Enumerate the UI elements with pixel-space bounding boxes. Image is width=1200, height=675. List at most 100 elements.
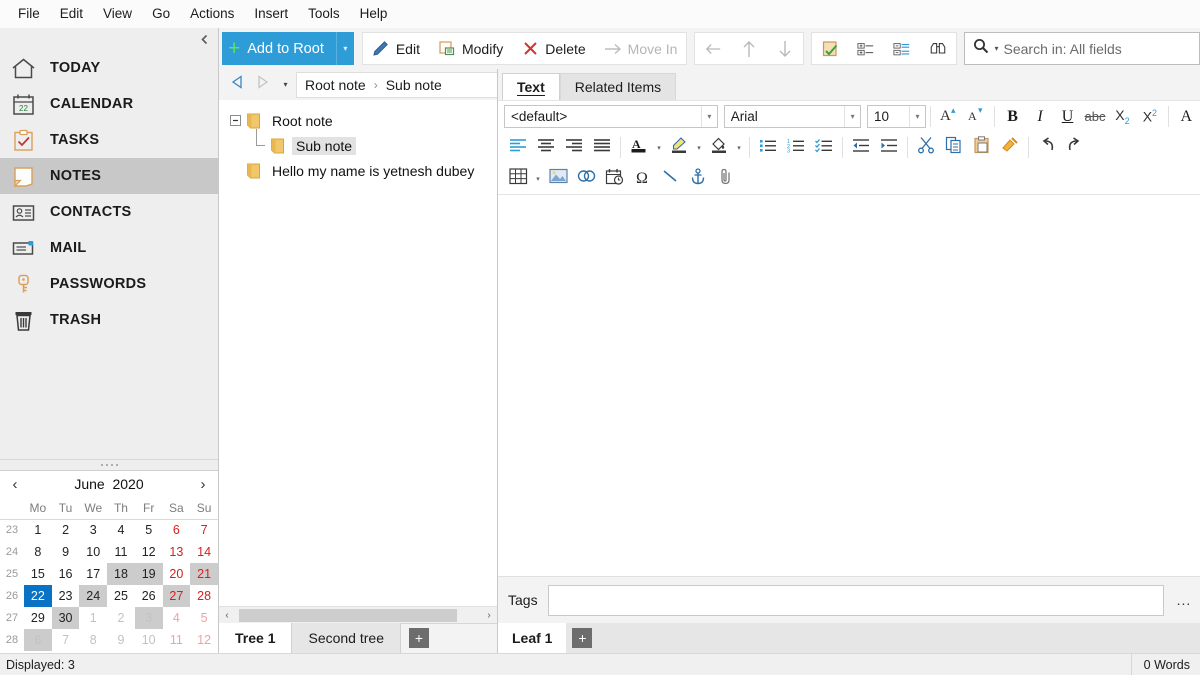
sidebar-item-contacts[interactable]: CONTACTS bbox=[0, 194, 218, 230]
calendar-day-cell[interactable]: 8 bbox=[79, 629, 107, 651]
superscript-button[interactable]: X2 bbox=[1136, 103, 1163, 130]
scroll-left-button[interactable]: ‹ bbox=[219, 610, 235, 621]
add-tree-tab-button[interactable]: + bbox=[408, 628, 429, 648]
scrollbar-track[interactable] bbox=[235, 607, 481, 623]
insert-attachment-button[interactable] bbox=[712, 165, 740, 192]
nav-up-button[interactable] bbox=[731, 33, 767, 64]
calendar-day-cell[interactable]: 7 bbox=[190, 519, 218, 541]
add-to-root-button[interactable]: + Add to Root ▾ bbox=[222, 32, 354, 65]
text-color-button[interactable]: A bbox=[625, 134, 653, 161]
align-justify-button[interactable] bbox=[588, 134, 616, 161]
sidebar-item-mail[interactable]: MAIL bbox=[0, 230, 218, 266]
tab-text[interactable]: Text bbox=[502, 73, 560, 100]
copy-button[interactable] bbox=[940, 134, 968, 161]
scroll-right-button[interactable]: › bbox=[481, 610, 497, 621]
menu-item-help[interactable]: Help bbox=[350, 2, 398, 25]
tree-horizontal-scrollbar[interactable]: ‹ › bbox=[219, 606, 497, 623]
font-color-button[interactable]: A bbox=[1173, 103, 1200, 130]
search-input[interactable]: Search in: All fields bbox=[1004, 41, 1122, 57]
calendar-day-cell[interactable]: 15 bbox=[24, 563, 52, 585]
increase-indent-button[interactable] bbox=[875, 134, 903, 161]
calendar-day-cell[interactable]: 21 bbox=[190, 563, 218, 585]
breadcrumb-history-dropdown[interactable]: ▾ bbox=[275, 72, 296, 98]
breadcrumb-item-current[interactable]: Sub note bbox=[386, 77, 442, 93]
calendar-prev-month-button[interactable]: ‹ bbox=[7, 477, 23, 492]
calendar-day-cell[interactable]: 9 bbox=[107, 629, 135, 651]
font-family-combo[interactable]: Arial ▾ bbox=[723, 105, 862, 128]
tree-tab-tree-1[interactable]: Tree 1 bbox=[219, 623, 293, 653]
calendar-day-cell[interactable]: 27 bbox=[162, 585, 191, 607]
calendar-day-cell[interactable]: 28 bbox=[190, 585, 218, 607]
menu-item-view[interactable]: View bbox=[93, 2, 142, 25]
strikethrough-button[interactable]: abc bbox=[1081, 103, 1108, 130]
nav-back-button[interactable] bbox=[695, 33, 731, 64]
calendar-day-cell[interactable]: 4 bbox=[107, 519, 135, 541]
calendar-day-cell[interactable]: 5 bbox=[190, 607, 218, 629]
calendar-day-cell[interactable]: 25 bbox=[107, 585, 135, 607]
calendar-day-cell[interactable]: 18 bbox=[107, 563, 135, 585]
tags-input[interactable] bbox=[547, 584, 1164, 616]
calendar-day-cell[interactable]: 6 bbox=[163, 519, 191, 541]
menu-item-go[interactable]: Go bbox=[142, 2, 180, 25]
undo-button[interactable] bbox=[1033, 134, 1061, 161]
search-scope-dropdown[interactable]: ▾ bbox=[994, 44, 998, 53]
tree-tab-second-tree[interactable]: Second tree bbox=[292, 623, 401, 653]
breadcrumb-item-root[interactable]: Root note bbox=[305, 77, 366, 93]
paragraph-style-combo[interactable]: <default> ▾ bbox=[504, 105, 718, 128]
calendar-day-cell[interactable]: 26 bbox=[135, 585, 163, 607]
insert-anchor-button[interactable] bbox=[684, 165, 712, 192]
add-leaf-tab-button[interactable]: + bbox=[572, 628, 593, 648]
align-right-button[interactable] bbox=[560, 134, 588, 161]
highlight-button[interactable] bbox=[665, 134, 693, 161]
decrease-indent-button[interactable] bbox=[847, 134, 875, 161]
calendar-day-cell[interactable]: 2 bbox=[52, 519, 80, 541]
tab-related-items[interactable]: Related Items bbox=[559, 73, 677, 100]
paste-button[interactable] bbox=[968, 134, 996, 161]
insert-symbol-button[interactable]: Ω bbox=[628, 165, 656, 192]
calendar-day-cell[interactable]: 19 bbox=[134, 563, 163, 585]
collapse-all-button[interactable] bbox=[884, 33, 920, 64]
calendar-day-cell[interactable]: 24 bbox=[79, 585, 108, 607]
calendar-day-cell[interactable]: 20 bbox=[163, 563, 191, 585]
mark-note-button[interactable] bbox=[812, 33, 848, 64]
note-text-area[interactable] bbox=[498, 194, 1200, 576]
sidebar-item-notes[interactable]: NOTES bbox=[0, 158, 218, 194]
cut-button[interactable] bbox=[912, 134, 940, 161]
tags-more-button[interactable]: ... bbox=[1174, 592, 1194, 608]
menu-item-actions[interactable]: Actions bbox=[180, 2, 244, 25]
move-in-button[interactable]: Move In bbox=[595, 33, 687, 64]
calendar-next-month-button[interactable]: › bbox=[195, 477, 211, 492]
calendar-day-cell[interactable]: 23 bbox=[52, 585, 80, 607]
search-box[interactable]: ▾ Search in: All fields bbox=[964, 32, 1200, 65]
calendar-day-cell[interactable]: 1 bbox=[24, 519, 52, 541]
calendar-day-cell[interactable]: 6 bbox=[24, 629, 52, 651]
numbered-list-button[interactable]: 123 bbox=[782, 134, 810, 161]
calendar-day-cell[interactable]: 16 bbox=[52, 563, 80, 585]
insert-date-button[interactable] bbox=[600, 165, 628, 192]
breadcrumb-back-button[interactable] bbox=[225, 72, 250, 98]
calendar-day-cell[interactable]: 29 bbox=[24, 607, 52, 629]
highlight-dropdown[interactable]: ▾ bbox=[693, 134, 705, 161]
checklist-button[interactable] bbox=[810, 134, 838, 161]
calendar-day-cell[interactable]: 14 bbox=[190, 541, 218, 563]
insert-link-button[interactable] bbox=[572, 165, 600, 192]
menu-item-insert[interactable]: Insert bbox=[244, 2, 298, 25]
sidebar-splitter-handle[interactable] bbox=[0, 459, 218, 470]
shrink-font-button[interactable]: A ▾ bbox=[962, 103, 989, 130]
calendar-day-cell[interactable]: 2 bbox=[107, 607, 135, 629]
calendar-day-cell[interactable]: 12 bbox=[135, 541, 163, 563]
calendar-day-cell[interactable]: 3 bbox=[134, 607, 163, 629]
text-color-dropdown[interactable]: ▾ bbox=[653, 134, 665, 161]
breadcrumb-forward-button[interactable] bbox=[250, 72, 275, 98]
scrollbar-thumb[interactable] bbox=[239, 608, 457, 622]
delete-button[interactable]: Delete bbox=[512, 33, 594, 64]
menu-item-tools[interactable]: Tools bbox=[298, 2, 350, 25]
calendar-day-cell[interactable]: 3 bbox=[79, 519, 107, 541]
tree-node-hello[interactable]: Hello my name is yetnesh dubey bbox=[219, 158, 497, 183]
chevron-down-icon[interactable]: ▾ bbox=[844, 106, 860, 127]
calendar-day-cell[interactable]: 12 bbox=[190, 629, 218, 651]
bold-button[interactable]: B bbox=[999, 103, 1026, 130]
sidebar-item-tasks[interactable]: TASKS bbox=[0, 122, 218, 158]
chevron-down-icon[interactable]: ▾ bbox=[700, 106, 717, 127]
nav-down-button[interactable] bbox=[767, 33, 803, 64]
